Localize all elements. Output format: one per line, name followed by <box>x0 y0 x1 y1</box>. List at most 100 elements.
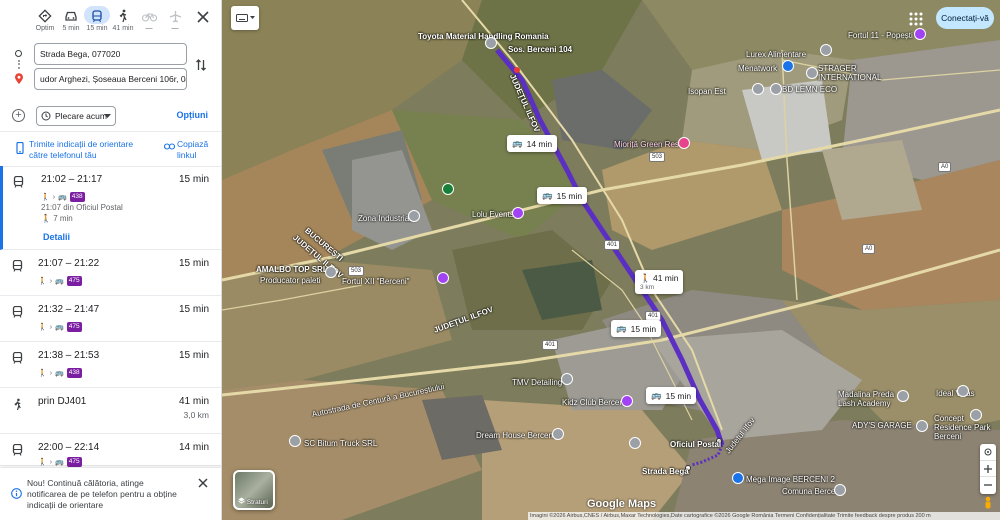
road-shield: A0 <box>938 162 952 172</box>
destination-input[interactable]: udor Arghezi, Șoseaua Berceni 106r, 041 <box>34 68 187 90</box>
sign-in-button[interactable]: Conectați-vă <box>936 7 994 29</box>
chevron-down-icon <box>249 16 255 19</box>
poi-comuna-icon[interactable] <box>834 484 846 496</box>
mode-walk[interactable]: 41 min <box>110 6 136 40</box>
mode-best[interactable]: Optim <box>32 6 58 40</box>
poi-mega-icon[interactable] <box>732 472 744 484</box>
bike-icon <box>141 12 157 22</box>
close-icon[interactable] <box>198 478 208 488</box>
poi-miorita-icon[interactable] <box>678 137 690 149</box>
poi-menatwork-icon[interactable] <box>782 60 794 72</box>
route-duration: 15 min <box>178 304 209 315</box>
label-madalina: Madalina Preda Lash Academy <box>838 390 895 408</box>
route-dots-icon <box>18 60 20 69</box>
label-fortul-12: Fortul XII "Berceni" <box>342 277 410 286</box>
route-time-label-text: 15 min <box>665 390 692 401</box>
poi-shop-icon[interactable] <box>629 437 641 449</box>
bus-line-badge: 475 <box>66 276 82 286</box>
poi-kidz-icon[interactable] <box>621 395 633 407</box>
origin-input[interactable]: Strada Bega, 077020 <box>34 43 187 65</box>
walk-icon: 🚶 <box>38 324 47 331</box>
add-stop-icon[interactable]: + <box>12 109 25 122</box>
apps-grid-icon[interactable] <box>908 11 924 27</box>
poi-madalina-icon[interactable] <box>897 390 909 402</box>
route-time-label[interactable]: 🚌 15 min <box>611 320 662 337</box>
poi-tmv-icon[interactable] <box>561 373 573 385</box>
copy-link-label: Copiază linkul <box>177 139 209 160</box>
map-canvas[interactable]: Toyota Material Handling Romania Sos. Be… <box>222 0 1000 520</box>
label-strager: STRAGER INTERNATIONAL <box>818 64 882 82</box>
road-shield: 503 <box>348 266 365 276</box>
poi-ady-icon[interactable] <box>916 420 928 432</box>
chevron-right-icon: › <box>49 458 53 466</box>
poi-strager-icon[interactable] <box>806 67 818 79</box>
route-time-label[interactable]: 🚌 14 min <box>507 135 558 152</box>
poi-dream-icon[interactable] <box>552 428 564 440</box>
label-oficiul: Oficiul Postal <box>670 440 722 449</box>
depart-time-select[interactable]: Plecare acum <box>36 106 116 126</box>
zoom-out-button[interactable] <box>980 476 996 492</box>
transit-icon <box>12 306 23 318</box>
route-option-2[interactable]: 21:07 – 21:22 15 min 🚶 › 🚌 475 <box>0 250 221 296</box>
send-to-phone-row: Trimite indicații de orientare către tel… <box>0 137 221 163</box>
route-option-4[interactable]: 21:38 – 21:53 15 min 🚶 › 🚌 438 <box>0 342 221 388</box>
layers-text: Straturi <box>246 499 268 506</box>
close-icon[interactable] <box>195 9 211 25</box>
label-toyota: Toyota Material Handling Romania <box>418 32 549 41</box>
poi-park-icon[interactable] <box>442 183 454 195</box>
label-sos-berceni: Sos. Berceni 104 <box>508 45 573 54</box>
poi-lolu-icon[interactable] <box>512 207 524 219</box>
mode-transit[interactable]: 15 min <box>84 6 110 40</box>
route-time-label[interactable]: 🚌 15 min <box>646 387 697 404</box>
route-steps: 🚶 › 🚌 438 <box>41 191 85 203</box>
map-keyboard-button[interactable] <box>231 6 259 30</box>
mode-bike[interactable]: — <box>136 6 162 40</box>
route-steps: 🚶 › 🚌 475 <box>38 456 82 468</box>
poi-ideal-icon[interactable] <box>957 385 969 397</box>
walk-icon: 🚶 <box>38 370 47 377</box>
label-bitum: SC Bitum Truck SRL <box>304 439 378 448</box>
poi-zona-ind-icon[interactable] <box>408 210 420 222</box>
poi-fortul-11-icon[interactable] <box>914 28 926 40</box>
walk-duration-value: 7 min <box>53 214 73 223</box>
label-amalbo: AMALBO TOP SRL <box>256 265 328 274</box>
poi-amalbo-icon[interactable] <box>325 266 337 278</box>
mode-flight[interactable]: — <box>162 6 188 40</box>
walk-icon <box>119 9 127 23</box>
poi-bd-lemn-icon[interactable] <box>770 83 782 95</box>
link-icon <box>164 143 175 150</box>
details-link[interactable]: Detalii <box>43 232 70 242</box>
walk-icon <box>14 398 21 411</box>
flight-icon <box>169 10 181 23</box>
label-kidz: Kidz Club Berceni <box>562 398 626 407</box>
poi-concept-icon[interactable] <box>970 409 982 421</box>
route-option-3[interactable]: 21:32 – 21:47 15 min 🚶 › 🚌 475 <box>0 296 221 342</box>
route-time-label[interactable]: 🚌 15 min <box>537 187 588 204</box>
bus-icon: 🚌 <box>55 370 64 377</box>
route-times: 21:32 – 21:47 <box>38 304 100 315</box>
zoom-in-button[interactable] <box>980 460 996 476</box>
bus-line-badge: 475 <box>66 457 82 467</box>
route-option-1[interactable]: 21:02 – 21:17 15 min 🚶 › 🚌 438 21:07 din… <box>0 166 221 250</box>
route-option-6[interactable]: 22:00 – 22:14 14 min 🚶 › 🚌 475 <box>0 434 221 468</box>
label-lurex: Lurex Alimentare <box>746 50 807 59</box>
poi-fortul-12-icon[interactable] <box>437 272 449 284</box>
route-steps: 🚶 › 🚌 475 <box>38 321 82 333</box>
pegman-icon[interactable] <box>982 496 994 512</box>
swap-icon[interactable] <box>195 58 207 72</box>
poi-bitum-icon[interactable] <box>289 435 301 447</box>
poi-isopan-icon[interactable] <box>752 83 764 95</box>
mode-best-label: Optim <box>35 25 55 32</box>
poi-lurex-icon[interactable] <box>820 44 832 56</box>
poi-toyota-icon[interactable] <box>485 37 497 49</box>
mode-car[interactable]: 5 min <box>58 6 84 40</box>
my-location-button[interactable] <box>980 444 996 460</box>
chevron-right-icon: › <box>49 277 53 285</box>
send-to-phone-link[interactable]: Trimite indicații de orientare către tel… <box>29 139 139 161</box>
label-comuna: Comuna Berceni <box>782 487 842 496</box>
route-option-walk[interactable]: prin DJ401 41 min 3,0 km <box>0 388 221 434</box>
google-maps-logo: Google Maps <box>587 498 657 510</box>
options-button[interactable]: Opțiuni <box>177 110 209 120</box>
route-walk-label[interactable]: 🚶 41 min 3 km <box>635 270 684 294</box>
walk-icon: 🚶 <box>38 459 47 466</box>
